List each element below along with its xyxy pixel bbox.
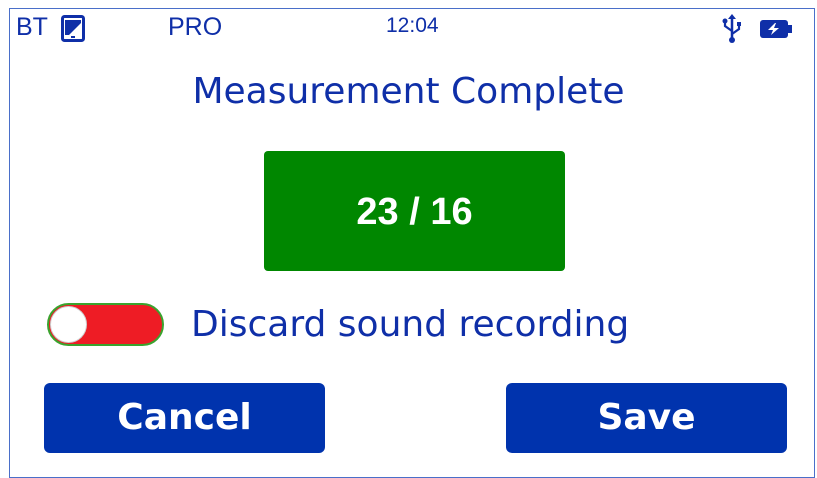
usb-icon <box>722 14 741 43</box>
result-value: 23 / 16 <box>356 191 473 233</box>
discard-recording-toggle[interactable] <box>47 303 164 346</box>
mode-label: PRO <box>168 13 223 41</box>
phone-icon <box>61 15 85 42</box>
save-button[interactable]: Save <box>506 383 787 453</box>
page-title: Measurement Complete <box>192 71 625 112</box>
toggle-knob <box>50 306 87 343</box>
clock: 12:04 <box>386 14 439 37</box>
result-box: 23 / 16 <box>264 151 565 271</box>
battery-charging-icon <box>760 20 792 38</box>
cancel-button[interactable]: Cancel <box>44 383 325 453</box>
discard-recording-label: Discard sound recording <box>191 304 630 345</box>
bluetooth-label: BT <box>16 13 48 41</box>
